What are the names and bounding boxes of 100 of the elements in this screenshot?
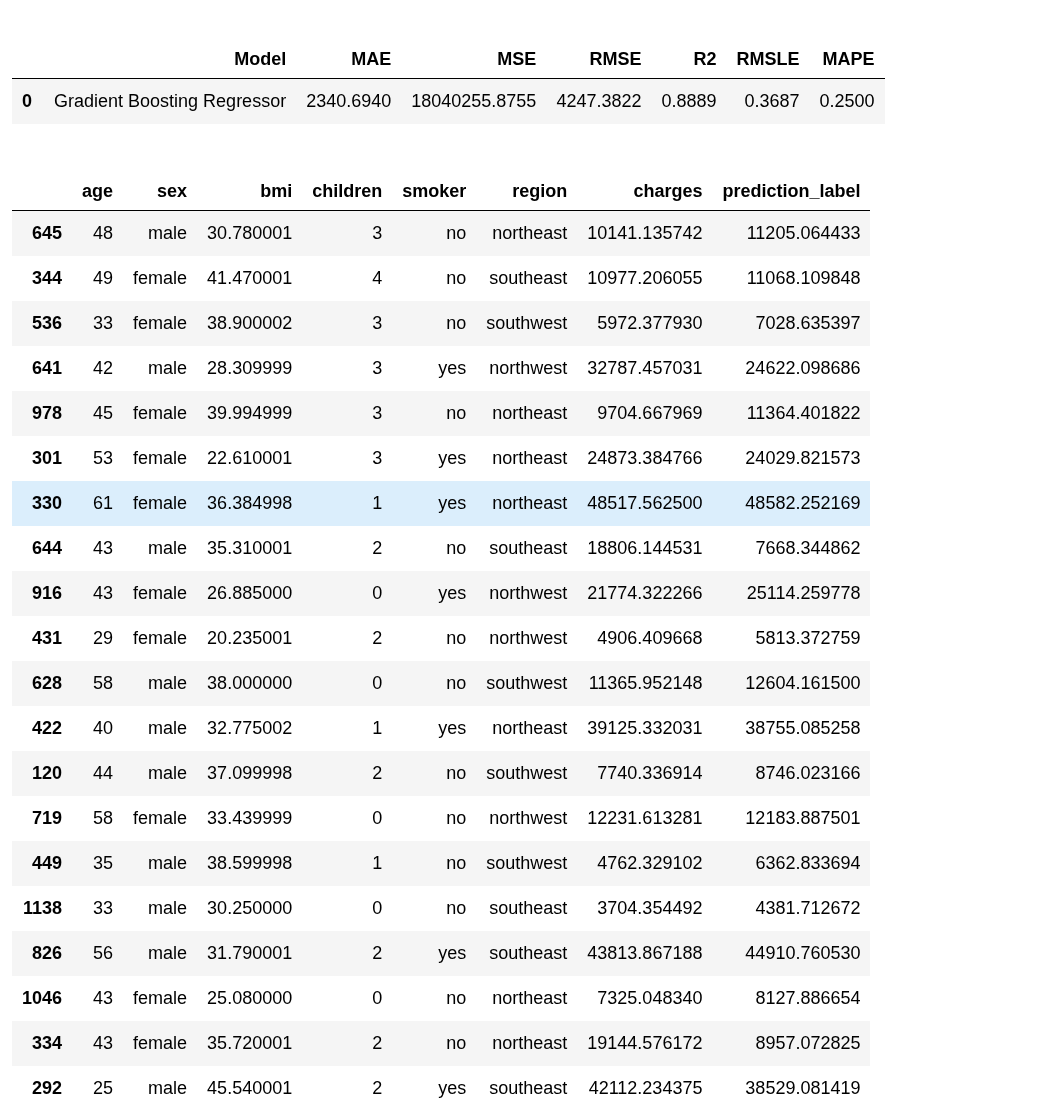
table-cell: 44910.760530	[712, 931, 871, 976]
table-cell: male	[123, 706, 198, 751]
table-cell: no	[392, 256, 477, 301]
table-cell: southeast	[476, 256, 578, 301]
table-cell: 3	[302, 346, 393, 391]
table-cell: 58	[72, 661, 124, 706]
table-cell: 25114.259778	[712, 571, 871, 616]
table-cell: male	[123, 751, 198, 796]
table-cell: 18040255.8755	[401, 78, 547, 124]
column-header: sex	[123, 164, 198, 211]
table-cell: 10977.206055	[577, 256, 713, 301]
table-cell: 38.900002	[197, 301, 303, 346]
row-index: 334	[12, 1021, 73, 1066]
table-cell: 9704.667969	[577, 391, 713, 436]
row-index: 644	[12, 526, 73, 571]
column-header: MAE	[296, 32, 402, 79]
table-cell: no	[392, 301, 477, 346]
table-cell: northeast	[476, 210, 578, 256]
table-cell: female	[123, 976, 198, 1021]
table-cell: 5813.372759	[712, 616, 871, 661]
table-cell: male	[123, 931, 198, 976]
table-cell: 38.599998	[197, 841, 303, 886]
row-index: 120	[12, 751, 73, 796]
table-cell: 0	[302, 571, 393, 616]
table-cell: 11068.109848	[712, 256, 871, 301]
column-header: MAPE	[809, 32, 885, 79]
table-cell: 29	[72, 616, 124, 661]
row-index: 422	[12, 706, 73, 751]
row-index: 645	[12, 210, 73, 256]
row-index: 292	[12, 1066, 73, 1102]
table-cell: southeast	[476, 1066, 578, 1102]
row-index: 641	[12, 346, 73, 391]
table-cell: no	[392, 751, 477, 796]
table-cell: 43	[72, 571, 124, 616]
table-cell: yes	[392, 1066, 477, 1102]
table-cell: no	[392, 796, 477, 841]
table-cell: female	[123, 1021, 198, 1066]
column-header: prediction_label	[712, 164, 871, 211]
table-cell: 0.2500	[809, 78, 885, 124]
column-header: region	[476, 164, 578, 211]
table-cell: 42112.234375	[577, 1066, 713, 1102]
column-header: MSE	[401, 32, 547, 79]
table-cell: northwest	[476, 616, 578, 661]
table-cell: northeast	[476, 1021, 578, 1066]
table-cell: 37.099998	[197, 751, 303, 796]
row-index: 301	[12, 436, 73, 481]
table-cell: yes	[392, 481, 477, 526]
table-cell: 21774.322266	[577, 571, 713, 616]
column-header: children	[302, 164, 393, 211]
table-cell: 19144.576172	[577, 1021, 713, 1066]
table-cell: northeast	[476, 706, 578, 751]
table-cell: 42	[72, 346, 124, 391]
table-cell: 43	[72, 526, 124, 571]
table-cell: 41.470001	[197, 256, 303, 301]
table-cell: female	[123, 481, 198, 526]
table-cell: male	[123, 661, 198, 706]
column-header: charges	[577, 164, 713, 211]
table-cell: female	[123, 301, 198, 346]
column-header: RMSE	[546, 32, 652, 79]
table-cell: 1	[302, 841, 393, 886]
table-cell: northeast	[476, 976, 578, 1021]
table-cell: 8746.023166	[712, 751, 871, 796]
table-cell: 43	[72, 1021, 124, 1066]
table-cell: 4906.409668	[577, 616, 713, 661]
table-cell: 26.885000	[197, 571, 303, 616]
column-header: R2	[651, 32, 727, 79]
table-cell: male	[123, 841, 198, 886]
table-cell: southeast	[476, 526, 578, 571]
table-cell: 4762.329102	[577, 841, 713, 886]
table-cell: female	[123, 571, 198, 616]
table-cell: northeast	[476, 391, 578, 436]
table-cell: 39125.332031	[577, 706, 713, 751]
table-cell: northeast	[476, 436, 578, 481]
table-cell: 35.720001	[197, 1021, 303, 1066]
table-cell: 11205.064433	[712, 210, 871, 256]
column-header: Model	[42, 32, 297, 79]
table-cell: 32.775002	[197, 706, 303, 751]
table-cell: female	[123, 256, 198, 301]
row-index: 1138	[12, 886, 73, 931]
row-index: 978	[12, 391, 73, 436]
table-cell: southeast	[476, 886, 578, 931]
table-cell: 2	[302, 1021, 393, 1066]
table-cell: 25	[72, 1066, 124, 1102]
table-cell: southeast	[476, 931, 578, 976]
table-cell: 0.8889	[651, 78, 727, 124]
table-cell: 12231.613281	[577, 796, 713, 841]
table-cell: 58	[72, 796, 124, 841]
table-cell: 7028.635397	[712, 301, 871, 346]
table-cell: southwest	[476, 751, 578, 796]
row-index: 330	[12, 481, 73, 526]
table-cell: no	[392, 616, 477, 661]
table-cell: 35	[72, 841, 124, 886]
row-index: 449	[12, 841, 73, 886]
table-cell: 18806.144531	[577, 526, 713, 571]
table-cell: 0.3687	[726, 78, 810, 124]
row-index: 431	[12, 616, 73, 661]
table-cell: 44	[72, 751, 124, 796]
table-cell: 38.000000	[197, 661, 303, 706]
table-cell: female	[123, 391, 198, 436]
column-header: bmi	[197, 164, 303, 211]
